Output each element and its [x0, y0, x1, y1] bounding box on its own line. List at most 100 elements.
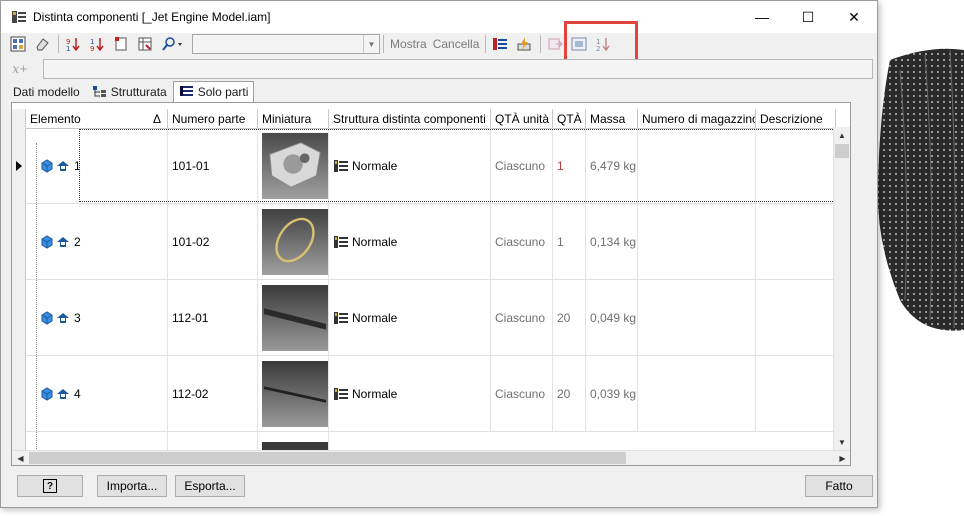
column-header-stock-number[interactable]: Numero di magazzino: [638, 109, 756, 129]
show-button[interactable]: Mostra: [390, 37, 427, 51]
done-button[interactable]: Fatto: [805, 475, 873, 497]
import-button[interactable]: Importa...: [97, 475, 167, 497]
cell-qty[interactable]: 1: [553, 128, 586, 204]
part-cube-icon: [41, 235, 53, 249]
part-cube-icon: [41, 387, 53, 401]
horizontal-scrollbar[interactable]: ◀ ▶: [12, 450, 850, 465]
scroll-right-icon[interactable]: ▶: [834, 451, 850, 465]
column-header-description[interactable]: Descrizione: [756, 109, 836, 129]
mass: 6,479 kg: [590, 159, 637, 173]
part-number: 112-02: [172, 387, 209, 401]
qty: 1: [557, 159, 564, 173]
cell-thumbnail[interactable]: [258, 280, 329, 356]
cell-description[interactable]: [756, 204, 836, 280]
cell-thumbnail[interactable]: [258, 128, 329, 204]
table-row[interactable]: 3 112-01 Normale Ciascuno 20 0,049 kg: [12, 280, 836, 356]
cell-qty[interactable]: 20: [553, 356, 586, 432]
cell-item[interactable]: 2: [26, 204, 168, 280]
scroll-up-icon[interactable]: ▲: [834, 127, 850, 144]
update-mass-button[interactable]: [513, 34, 535, 54]
item-renumber-button[interactable]: [110, 34, 132, 54]
cell-bom-structure[interactable]: Normale: [329, 356, 491, 432]
tab-model-data[interactable]: Dati modello: [7, 81, 86, 102]
help-button[interactable]: ?: [17, 475, 83, 497]
title-bar[interactable]: Distinta componenti [_Jet Engine Model.i…: [1, 1, 877, 33]
formula-icon[interactable]: x +: [7, 59, 33, 79]
cell-part-number[interactable]: 112-01: [168, 280, 258, 356]
cell-bom-structure[interactable]: Normale: [329, 280, 491, 356]
minimize-button[interactable]: —: [739, 1, 785, 33]
export-button[interactable]: Esporta...: [175, 475, 245, 497]
chevron-down-icon[interactable]: ▼: [363, 35, 379, 53]
vertical-scrollbar[interactable]: ▲ ▼: [833, 127, 850, 451]
cell-unit-qty[interactable]: Ciascuno: [491, 204, 553, 280]
cell-thumbnail[interactable]: [258, 204, 329, 280]
cell-unit-qty[interactable]: Ciascuno: [491, 280, 553, 356]
tab-structured[interactable]: Strutturata: [86, 81, 173, 102]
tab-parts-only[interactable]: Solo parti: [172, 81, 255, 102]
row-header[interactable]: [12, 280, 26, 356]
svg-text:9: 9: [90, 45, 94, 52]
export-bom-button[interactable]: [7, 34, 29, 54]
filter-combo[interactable]: ▼: [192, 34, 380, 54]
erase-button[interactable]: [31, 34, 53, 54]
structure-button[interactable]: [489, 34, 511, 54]
bom-structure-icon: [334, 312, 348, 324]
column-header-mass[interactable]: Massa: [586, 109, 638, 129]
scroll-down-icon[interactable]: ▼: [834, 434, 850, 451]
cell-mass[interactable]: 0,039 kg: [586, 356, 638, 432]
cell-item[interactable]: 3: [26, 280, 168, 356]
column-header-unit-qty[interactable]: QTÀ unità: [491, 109, 553, 129]
part-number: 112-01: [172, 311, 209, 325]
column-header-thumbnail[interactable]: Miniatura: [258, 109, 329, 129]
cell-item[interactable]: 4: [26, 356, 168, 432]
cell-part-number[interactable]: 101-02: [168, 204, 258, 280]
cell-qty[interactable]: 20: [553, 280, 586, 356]
close-button[interactable]: ✕: [831, 1, 877, 33]
table-row[interactable]: 4 112-02 Normale Ciascuno 20 0,039 kg: [12, 356, 836, 432]
thumbnail-image: [262, 361, 328, 427]
cell-qty[interactable]: 1: [553, 204, 586, 280]
cell-description[interactable]: [756, 128, 836, 204]
cell-mass[interactable]: 0,134 kg: [586, 204, 638, 280]
cell-part-number[interactable]: 101-01: [168, 128, 258, 204]
cell-bom-structure[interactable]: Normale: [329, 204, 491, 280]
unit-qty: Ciascuno: [495, 235, 546, 249]
cell-thumbnail[interactable]: [258, 356, 329, 432]
cell-unit-qty[interactable]: Ciascuno: [491, 128, 553, 204]
cell-part-number[interactable]: 112-02: [168, 356, 258, 432]
row-header[interactable]: [12, 128, 26, 204]
sort-asc-button[interactable]: 19: [86, 34, 108, 54]
table-row[interactable]: 1 101-01 Normale Ciascuno 1 6,479 kg: [12, 128, 836, 204]
current-row-arrow-icon: [15, 161, 22, 171]
tab-label: Strutturata: [110, 84, 167, 99]
table-row[interactable]: 2 101-02 Normale Ciascuno 1 0,134 kg: [12, 204, 836, 280]
cell-bom-structure[interactable]: Normale: [329, 128, 491, 204]
cell-mass[interactable]: 0,049 kg: [586, 280, 638, 356]
cell-stock-number[interactable]: [638, 280, 756, 356]
scroll-left-icon[interactable]: ◀: [12, 451, 29, 465]
column-header-part-number[interactable]: Numero parte: [168, 109, 258, 129]
formula-input[interactable]: [43, 59, 873, 79]
cell-stock-number[interactable]: [638, 204, 756, 280]
horizontal-scroll-thumb[interactable]: [29, 452, 626, 464]
column-header-qty[interactable]: QTÀ: [553, 109, 586, 129]
cell-description[interactable]: [756, 356, 836, 432]
sort-desc-button[interactable]: 91: [62, 34, 84, 54]
row-header[interactable]: [12, 356, 26, 432]
column-header-bom-structure[interactable]: Struttura distinta componenti: [329, 109, 491, 129]
column-header-item[interactable]: Elemento Δ: [26, 109, 168, 129]
cell-item[interactable]: 1: [26, 128, 168, 204]
cell-stock-number[interactable]: [638, 128, 756, 204]
cell-unit-qty[interactable]: Ciascuno: [491, 356, 553, 432]
find-button[interactable]: [158, 34, 188, 54]
clear-button[interactable]: Cancella: [433, 37, 480, 51]
maximize-button[interactable]: ☐: [785, 1, 831, 33]
cell-description[interactable]: [756, 280, 836, 356]
qty: 20: [557, 387, 571, 401]
cell-stock-number[interactable]: [638, 356, 756, 432]
column-chooser-button[interactable]: [134, 34, 156, 54]
scroll-thumb[interactable]: [835, 144, 849, 158]
cell-mass[interactable]: 6,479 kg: [586, 128, 638, 204]
row-header[interactable]: [12, 204, 26, 280]
